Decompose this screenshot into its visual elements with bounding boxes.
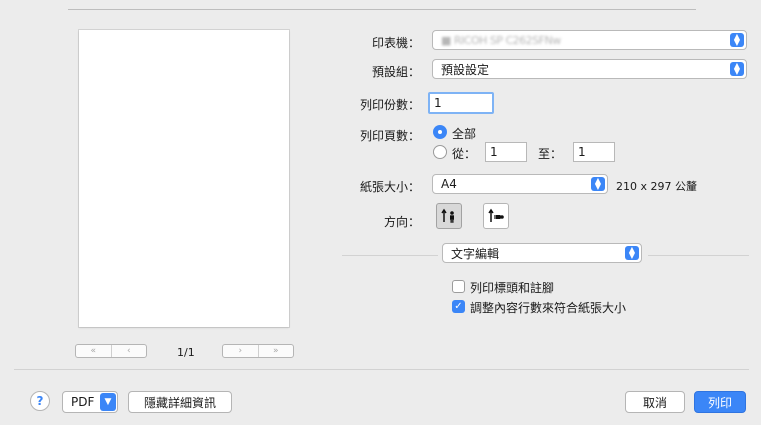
pages-from-label: 從： [452,147,477,161]
rewrap-checkbox[interactable]: ✓ [452,300,465,313]
last-page-button[interactable]: » [257,345,294,357]
pdf-label: PDF [71,395,95,409]
hide-details-label: 隱藏詳細資訊 [143,395,216,410]
preview-forward-nav: › » [222,344,294,358]
next-page-button[interactable]: › [223,345,258,357]
printer-select[interactable]: ■ RICOH SP C262SFNw ▲ ▼ [432,30,747,50]
hide-details-button[interactable]: 隱藏詳細資訊 [128,391,232,413]
cancel-label: 取消 [642,395,667,410]
printer-name: ■ RICOH SP C262SFNw [441,33,561,47]
double-chevron-left-icon: « [90,346,96,356]
chevron-left-icon: ‹ [126,346,131,356]
paper-size-select[interactable]: A4 ▲ ▼ [432,174,608,194]
print-button[interactable]: 列印 [694,391,746,413]
first-page-button[interactable]: « [76,345,111,357]
copies-value: 1 [434,96,442,110]
preview-back-nav: « ‹ [75,344,147,358]
double-chevron-right-icon: » [272,346,279,356]
updown-arrows-icon: ▲ ▼ [730,33,744,47]
chevron-right-icon: › [238,346,243,356]
page-preview [79,30,289,327]
question-mark-icon: ? [36,394,44,408]
copies-label: 列印份數： [359,98,420,112]
presets-value: 預設設定 [441,62,490,77]
pages-range-radio[interactable] [433,145,447,159]
presets-select[interactable]: 預設設定 ▲ ▼ [432,59,747,79]
footer-divider [14,369,749,370]
landscape-button[interactable] [483,203,509,229]
pages-to-label: 至： [538,147,563,161]
updown-arrows-icon: ▲ ▼ [591,177,605,191]
rewrap-label: 調整內容行數來符合紙張大小 [470,301,627,315]
orientation-label: 方向： [383,215,420,229]
copies-field[interactable]: 1 [428,92,494,114]
chevron-down-icon: ▼ [100,393,116,411]
portrait-button[interactable] [436,203,462,229]
pdf-menu-button[interactable]: PDF ▼ [62,391,118,413]
paper-dimensions: 210 x 297 公釐 [616,180,697,193]
pages-all-radio[interactable] [433,125,447,139]
paper-size-label: 紙張大小： [359,180,420,194]
pages-from-field[interactable]: 1 [485,142,527,162]
updown-arrows-icon: ▲ ▼ [625,246,639,260]
headers-footers-checkbox[interactable] [452,280,465,293]
section-select[interactable]: 文字編輯 ▲ ▼ [442,243,642,263]
pages-all-label: 全部 [452,127,477,141]
landscape-orientation-icon [488,208,504,222]
pages-to-value: 1 [578,145,586,159]
pages-from-value: 1 [490,145,498,159]
top-divider [68,9,696,10]
section-value: 文字編輯 [451,246,500,261]
pages-to-field[interactable]: 1 [573,142,615,162]
page-indicator: 1/1 [177,346,195,359]
help-button[interactable]: ? [30,391,50,411]
presets-label: 預設組： [371,65,420,79]
portrait-orientation-icon [441,208,454,223]
cancel-button[interactable]: 取消 [625,391,685,413]
paper-size-value: A4 [441,177,457,191]
printer-label: 印表機： [371,36,420,50]
checkmark-icon: ✓ [454,301,463,312]
previous-page-button[interactable]: ‹ [110,345,147,357]
section-divider-left [342,255,438,256]
updown-arrows-icon: ▲ ▼ [730,62,744,76]
pages-label: 列印頁數： [359,129,420,143]
headers-footers-label: 列印標頭和註腳 [470,281,555,295]
section-divider-right [648,255,749,256]
print-label: 列印 [707,395,732,410]
